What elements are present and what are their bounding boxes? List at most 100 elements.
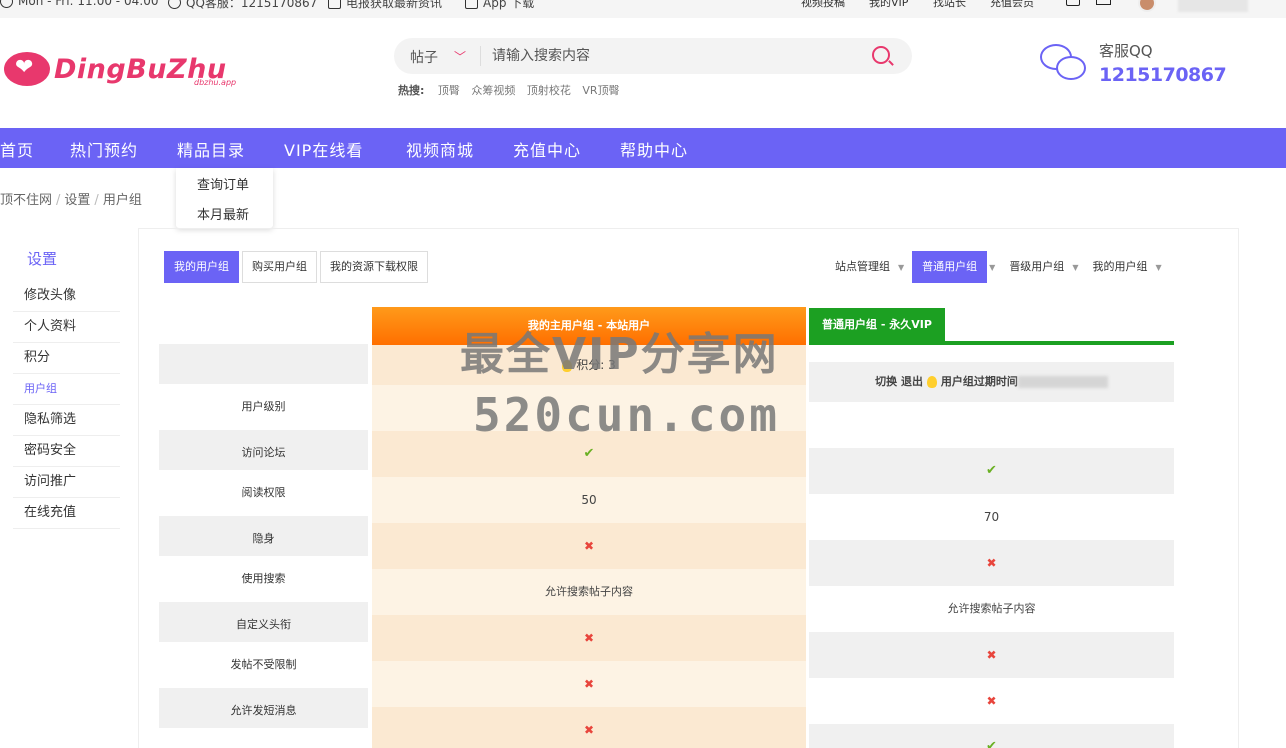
label-row: 访问论坛 bbox=[159, 430, 368, 470]
nav-hot-booking[interactable]: 热门预约 bbox=[70, 137, 138, 161]
business-hours: Mon - Fri: 11:00 - 04:00 bbox=[0, 0, 159, 8]
cell-read-permission: 70 bbox=[983, 510, 1000, 524]
username-blurred[interactable] bbox=[1178, 0, 1248, 12]
avatar[interactable] bbox=[1138, 0, 1156, 12]
breadcrumb: 顶不住网 / 设置 / 用户组 bbox=[0, 193, 142, 208]
catalog-dropdown: 查询订单 本月最新 bbox=[176, 168, 273, 228]
check-icon: ✔ bbox=[809, 448, 1174, 494]
qq-number: 1215170867 bbox=[1099, 64, 1227, 86]
mail-icon[interactable] bbox=[1096, 0, 1111, 5]
chat-bubbles-icon bbox=[1040, 44, 1088, 84]
hot-keyword[interactable]: 众筹视频 bbox=[471, 84, 515, 97]
sidebar-item-points[interactable]: 积分 bbox=[13, 343, 120, 374]
expire-value-blurred bbox=[1017, 376, 1108, 388]
caret-down-icon[interactable]: ▼ bbox=[989, 263, 995, 272]
bell-icon[interactable] bbox=[1066, 0, 1080, 6]
cross-icon: ✖ bbox=[986, 694, 997, 708]
search-category-select[interactable]: 帖子 bbox=[410, 47, 438, 67]
newspaper-icon bbox=[328, 0, 341, 9]
nav-catalog[interactable]: 精品目录 bbox=[177, 137, 245, 161]
nav-video-store[interactable]: 视频商城 bbox=[406, 137, 474, 161]
usergroup-tabs: 我的用户组 购买用户组 我的资源下载权限 bbox=[164, 251, 428, 283]
contact-admin-link[interactable]: 找站长 bbox=[933, 0, 966, 10]
sidebar-item-usergroup[interactable]: 用户组 bbox=[13, 374, 120, 405]
sidebar-title: 设置 bbox=[27, 250, 58, 268]
caret-down-icon[interactable]: ▼ bbox=[1072, 263, 1078, 272]
permission-labels: 用户级别 访问论坛 阅读权限 隐身 使用搜索 自定义头衔 发帖不受限制 允许发短… bbox=[159, 344, 368, 728]
breadcrumb-settings[interactable]: 设置 bbox=[64, 193, 90, 208]
label-row: 自定义头衔 bbox=[159, 602, 368, 642]
group-normal[interactable]: 普通用户组 bbox=[912, 251, 988, 283]
dropdown-query-order[interactable]: 查询订单 bbox=[197, 174, 249, 193]
nav-recharge[interactable]: 充值中心 bbox=[513, 137, 581, 161]
top-bar: Mon - Fri: 11:00 - 04:00 QQ客服：1215170867… bbox=[0, 0, 1286, 18]
tab-download-rights[interactable]: 我的资源下载权限 bbox=[320, 251, 428, 283]
group-admin[interactable]: 站点管理组 bbox=[829, 251, 896, 283]
search-divider bbox=[480, 46, 481, 66]
vip-usergroup-header: 普通用户组 - 永久VIP bbox=[809, 308, 945, 341]
caret-down-icon[interactable]: ▼ bbox=[898, 263, 904, 272]
sidebar-item-password[interactable]: 密码安全 bbox=[13, 436, 120, 467]
hot-search: 热搜: 顶臀 众筹视频 顶射校花 VR顶臀 bbox=[398, 82, 628, 98]
nav-home[interactable]: 首页 bbox=[0, 137, 34, 161]
label-row: 隐身 bbox=[159, 516, 368, 556]
submit-video-link[interactable]: 视频投稿 bbox=[801, 0, 845, 10]
hot-keyword[interactable]: 顶臀 bbox=[438, 84, 460, 97]
main-nav: 首页 热门预约 精品目录 VIP在线看 视频商城 充值中心 帮助中心 bbox=[0, 128, 1286, 168]
nav-help[interactable]: 帮助中心 bbox=[620, 137, 688, 161]
tab-buy-usergroup[interactable]: 购买用户组 bbox=[242, 251, 317, 283]
label-row: 阅读权限 bbox=[241, 486, 286, 499]
label-row: 发帖不受限制 bbox=[230, 658, 297, 671]
breadcrumb-home[interactable]: 顶不住网 bbox=[0, 193, 52, 208]
cross-icon: ✖ bbox=[372, 615, 806, 661]
label-spacer bbox=[159, 344, 368, 384]
app-icon bbox=[465, 0, 478, 9]
cross-icon: ✖ bbox=[809, 540, 1174, 586]
search-icon[interactable] bbox=[872, 46, 890, 64]
heart-logo-icon bbox=[4, 52, 50, 86]
group-promoted[interactable]: 晋级用户组 bbox=[1003, 251, 1070, 283]
label-row: 允许发短消息 bbox=[159, 688, 368, 728]
check-icon: ✔ bbox=[809, 724, 1174, 748]
nav-vip-online[interactable]: VIP在线看 bbox=[284, 137, 363, 161]
breadcrumb-current: 用户组 bbox=[102, 193, 142, 208]
switch-quit-link[interactable]: 切换 退出 bbox=[875, 375, 923, 388]
hot-search-label: 热搜: bbox=[398, 84, 425, 97]
vip-usergroup-column: 普通用户组 - 永久VIP 切换 退出 用户组过期时间 ✔ 70 ✖ 允许搜索帖… bbox=[809, 308, 1174, 748]
site-logo[interactable]: DingBuZhu dbzhu.app bbox=[4, 52, 236, 87]
search-bar: 帖子 ﹀ bbox=[394, 38, 912, 74]
hot-keyword[interactable]: VR顶臀 bbox=[582, 84, 619, 97]
expire-label: 用户组过期时间 bbox=[940, 375, 1018, 388]
vip-info-row: 切换 退出 用户组过期时间 bbox=[809, 362, 1174, 402]
cell-search: 允许搜索帖子内容 bbox=[545, 585, 633, 598]
sidebar-item-recharge[interactable]: 在线充值 bbox=[13, 498, 120, 529]
recharge-member-link[interactable]: 充值会员 bbox=[990, 0, 1034, 10]
label-row: 用户级别 bbox=[241, 400, 286, 413]
group-switcher: 站点管理组 ▼ 普通用户组 ▼ 晋级用户组 ▼ 我的用户组 ▼ bbox=[829, 251, 1170, 283]
cross-icon: ✖ bbox=[809, 632, 1174, 678]
bulb-icon bbox=[926, 376, 937, 388]
qq-label: 客服QQ bbox=[1099, 42, 1153, 60]
logo-subtext: dbzhu.app bbox=[194, 78, 237, 87]
sidebar-item-profile[interactable]: 个人资料 bbox=[13, 312, 120, 343]
clock-icon bbox=[0, 0, 13, 8]
qq-support[interactable]: QQ客服：1215170867 bbox=[168, 0, 317, 11]
label-row: 使用搜索 bbox=[241, 572, 286, 585]
sidebar-item-privacy[interactable]: 隐私筛选 bbox=[13, 405, 120, 436]
group-mine[interactable]: 我的用户组 bbox=[1086, 251, 1153, 283]
sidebar-item-referral[interactable]: 访问推广 bbox=[13, 467, 120, 498]
news-link[interactable]: 电报获取最新资讯 bbox=[328, 0, 442, 11]
my-vip-link[interactable]: 我的VIP bbox=[869, 0, 908, 10]
watermark-line2: 520cun.com bbox=[473, 388, 780, 442]
sidebar-item-avatar[interactable]: 修改头像 bbox=[13, 281, 120, 312]
tab-my-usergroup[interactable]: 我的用户组 bbox=[164, 251, 239, 283]
app-download-link[interactable]: App 下载 bbox=[465, 0, 534, 11]
dropdown-this-month[interactable]: 本月最新 bbox=[197, 204, 249, 223]
chevron-down-icon[interactable]: ﹀ bbox=[454, 48, 466, 65]
hot-keyword[interactable]: 顶射校花 bbox=[527, 84, 571, 97]
cell-read-permission: 50 bbox=[581, 493, 597, 507]
caret-down-icon[interactable]: ▼ bbox=[1155, 263, 1161, 272]
search-input[interactable] bbox=[492, 44, 852, 68]
cross-icon: ✖ bbox=[372, 707, 806, 748]
cross-icon: ✖ bbox=[583, 677, 595, 691]
